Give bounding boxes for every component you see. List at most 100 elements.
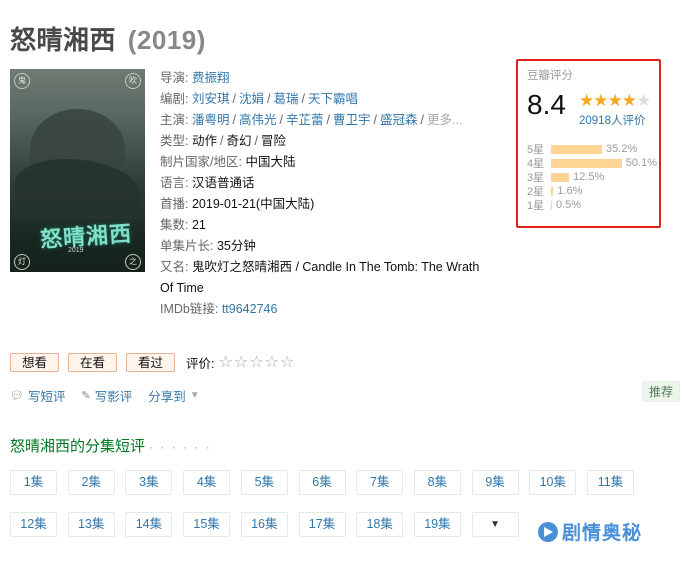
- chevron-down-icon: ▼: [189, 390, 200, 401]
- share-dropdown[interactable]: 分享到 ▼: [148, 386, 199, 405]
- action-bar: 想看 在看 看过 评价: ☆☆☆☆☆: [10, 352, 295, 372]
- episodes-section-title: 怒晴湘西的分集短评 · · · · · ·: [10, 435, 212, 456]
- star-full-icon: ★: [607, 91, 623, 110]
- episode-button[interactable]: 16集: [240, 512, 288, 537]
- dist-percent: 35.2%: [606, 143, 638, 155]
- write-review-link[interactable]: ✎ 写影评: [81, 386, 132, 405]
- watermark: 剧情奥秘: [538, 518, 642, 545]
- genre-label: 类型:: [160, 134, 189, 148]
- writer-row: 编剧: 刘安琪 / 沈娟 / 葛瑞 / 天下霸唱: [160, 92, 358, 106]
- rating-dist-row: 5星 35.2%: [527, 142, 657, 156]
- writer-link[interactable]: 刘安琪: [192, 92, 230, 106]
- episode-button[interactable]: 2集: [67, 470, 115, 495]
- aka-value-continued: Of Time: [160, 281, 204, 295]
- poster-title: 怒晴湘西: [39, 220, 133, 253]
- cast-more-link[interactable]: 更多...: [427, 113, 462, 127]
- episode-button[interactable]: 9集: [471, 470, 519, 495]
- language-row: 语言: 汉语普通话: [160, 173, 500, 194]
- rating-dist-row: 3星 12.5%: [527, 170, 657, 184]
- genre: 冒险: [260, 134, 286, 148]
- rating-distribution: 5星 35.2% 4星 50.1% 3星 12.5% 2星 1.6% 1星 0.5%: [527, 142, 657, 212]
- episode-button[interactable]: 4集: [183, 470, 231, 495]
- dist-percent: 1.6%: [557, 185, 583, 197]
- episode-button[interactable]: 12集: [10, 512, 57, 537]
- rating-title: 豆瓣评分: [527, 70, 573, 82]
- premiere-row: 首播: 2019-01-21(中国大陆): [160, 194, 500, 215]
- watching-button[interactable]: 在看: [68, 352, 118, 372]
- dist-percent: 50.1%: [625, 157, 657, 169]
- episodes-row: 集数: 21: [160, 215, 500, 236]
- runtime-label: 单集片长:: [160, 239, 214, 253]
- episode-button[interactable]: 14集: [125, 512, 173, 537]
- writer-link[interactable]: 沈娟: [239, 92, 264, 106]
- language-label: 语言:: [160, 176, 189, 190]
- aka-label: 又名:: [160, 260, 189, 274]
- rating-dist-row: 1星 0.5%: [527, 198, 657, 212]
- write-short-review-link[interactable]: 💬︎ 写短评: [10, 386, 65, 405]
- star-empty-icon[interactable]: ☆: [234, 354, 249, 371]
- writer-link[interactable]: 天下霸唱: [308, 92, 358, 106]
- more-episodes-dropdown[interactable]: ▼: [471, 512, 519, 537]
- episode-button[interactable]: 13集: [67, 512, 115, 537]
- share-row: 💬︎ 写短评 ✎ 写影评 分享到 ▼: [10, 386, 216, 405]
- episodes-label: 集数:: [160, 218, 189, 232]
- star-empty-icon[interactable]: ☆: [219, 354, 234, 371]
- cast-link[interactable]: 曹卫宇: [333, 113, 371, 127]
- comment-icon: 💬︎: [10, 390, 24, 402]
- dist-star-label: 1星: [527, 200, 545, 212]
- rating-dist-row: 4星 50.1%: [527, 156, 657, 170]
- show-name: 怒晴湘西: [10, 25, 117, 55]
- recommend-button[interactable]: 推荐: [642, 381, 681, 402]
- star-empty-icon: ★: [636, 91, 651, 110]
- imdb-row: IMDb链接: tt9642746: [160, 299, 500, 320]
- star-full-icon: ★: [621, 91, 637, 110]
- episode-button[interactable]: 19集: [413, 512, 461, 537]
- writer-link[interactable]: 葛瑞: [273, 92, 298, 106]
- dist-percent: 12.5%: [573, 171, 605, 183]
- star-empty-icon[interactable]: ☆: [249, 354, 264, 371]
- genre: 奇幻: [226, 134, 252, 148]
- rate-stars-input[interactable]: ☆☆☆☆☆: [219, 352, 296, 372]
- director-link[interactable]: 费振翔: [192, 71, 230, 85]
- poster-seal: 灯: [14, 254, 30, 270]
- show-year: (2019): [127, 25, 206, 55]
- episode-button[interactable]: 8集: [413, 470, 461, 495]
- episode-button[interactable]: 11集: [587, 470, 634, 495]
- episode-button[interactable]: 1集: [10, 470, 57, 495]
- want-to-watch-button[interactable]: 想看: [10, 352, 60, 372]
- star-empty-icon[interactable]: ☆: [265, 354, 280, 371]
- dist-bar: [551, 186, 554, 196]
- star-full-icon: ★: [593, 91, 608, 110]
- genre-row: 类型: 动作 / 奇幻 / 冒险: [160, 134, 286, 148]
- poster-seal: 之: [125, 254, 141, 270]
- cast-link[interactable]: 潘粤明: [192, 113, 230, 127]
- episode-button[interactable]: 5集: [240, 470, 288, 495]
- episode-button[interactable]: 17集: [298, 512, 346, 537]
- watched-button[interactable]: 看过: [126, 352, 176, 372]
- cast-link[interactable]: 盛冠森: [380, 113, 418, 127]
- star-empty-icon[interactable]: ☆: [280, 354, 295, 371]
- imdb-link[interactable]: tt9642746: [222, 302, 278, 316]
- write-review-label: 写影评: [94, 390, 133, 404]
- cast-link[interactable]: 辛芷蕾: [286, 113, 324, 127]
- dist-bar: [551, 144, 603, 154]
- cast-row: 主演: 潘粤明 / 高伟光 / 辛芷蕾 / 曹卫宇 / 盛冠森 / 更多...: [160, 113, 463, 127]
- dots-divider: · · · · · ·: [149, 440, 212, 454]
- runtime-value: 35分钟: [216, 239, 256, 253]
- cast-label: 主演:: [160, 113, 189, 127]
- share-label: 分享到: [148, 390, 186, 404]
- episode-button[interactable]: 10集: [529, 470, 577, 495]
- episode-button[interactable]: 6集: [298, 470, 346, 495]
- episodes-value: 21: [191, 218, 206, 232]
- episode-button[interactable]: 15集: [183, 512, 231, 537]
- aka-row: 又名: 鬼吹灯之怒晴湘西 / Candle In The Tomb: The W…: [160, 257, 500, 278]
- episode-button[interactable]: 18集: [356, 512, 404, 537]
- aka-value: 鬼吹灯之怒晴湘西 / Candle In The Tomb: The Wrath: [191, 260, 480, 274]
- rating-count-link[interactable]: 20918人评价: [579, 112, 645, 128]
- episode-button[interactable]: 7集: [356, 470, 404, 495]
- poster-image[interactable]: 鬼 吹 灯 之 怒晴湘西 2019: [10, 69, 145, 272]
- aka-row-continued: Of Time: [160, 278, 500, 299]
- episode-button[interactable]: 3集: [125, 470, 173, 495]
- cast-link[interactable]: 高伟光: [239, 113, 277, 127]
- poster-subtitle: 2019: [68, 247, 84, 254]
